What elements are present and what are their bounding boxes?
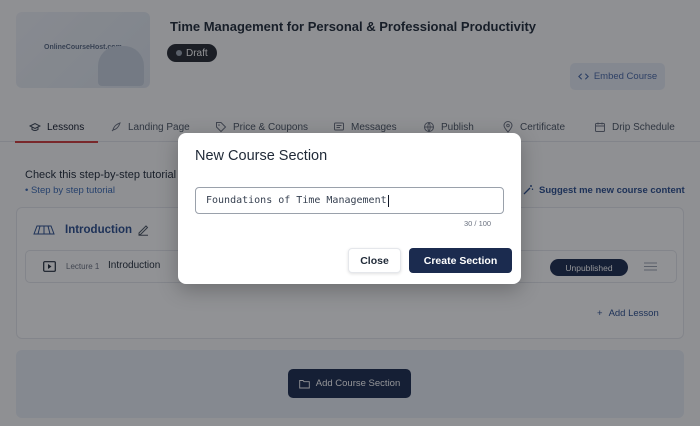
new-course-section-dialog: New Course Section Foundations of Time M… [178,133,521,284]
section-name-input-value: Foundations of Time Management [206,195,387,206]
text-caret [387,194,389,207]
section-name-input[interactable]: Foundations of Time Management [195,187,504,214]
dialog-title: New Course Section [195,148,328,164]
close-button[interactable]: Close [348,248,401,273]
create-section-button[interactable]: Create Section [409,248,512,273]
character-counter: 30 / 100 [464,219,492,228]
